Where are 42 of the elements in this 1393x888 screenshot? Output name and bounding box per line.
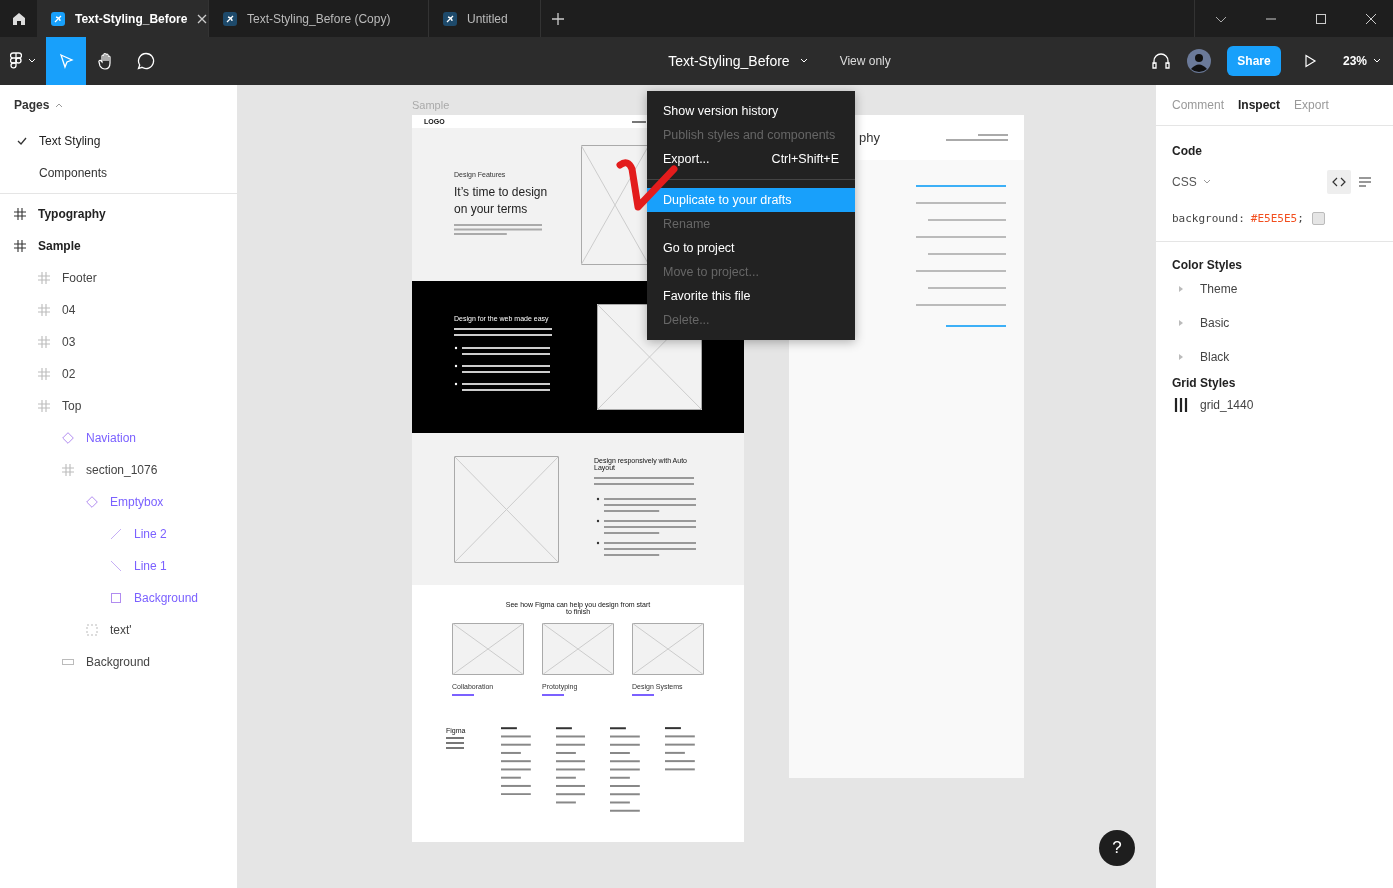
- layer-item[interactable]: Sample: [0, 230, 237, 262]
- file-tab[interactable]: Text-Styling_Before: [37, 0, 209, 37]
- layer-item[interactable]: Background: [0, 582, 237, 614]
- menu-item[interactable]: Show version history: [647, 99, 855, 123]
- layer-item[interactable]: Emptybox: [0, 486, 237, 518]
- style-item[interactable]: Theme: [1172, 272, 1377, 306]
- help-button[interactable]: ?: [1099, 830, 1135, 866]
- file-title-button[interactable]: Text-Styling_Before: [668, 53, 808, 69]
- layer-item[interactable]: text': [0, 614, 237, 646]
- zoom-dropdown[interactable]: 23%: [1343, 54, 1381, 68]
- layer-item[interactable]: 02: [0, 358, 237, 390]
- pages-header[interactable]: Pages: [0, 85, 237, 125]
- code-value: #E5E5E5: [1250, 212, 1298, 225]
- hero-heading: It’s time to design on your terms: [454, 184, 549, 218]
- layer-item[interactable]: Line 2: [0, 518, 237, 550]
- frame-label: Sample: [412, 99, 450, 111]
- section-title: Code: [1172, 144, 1203, 158]
- layer-item[interactable]: 04: [0, 294, 237, 326]
- layer-item[interactable]: section_1076: [0, 454, 237, 486]
- panel-tab[interactable]: Inspect: [1238, 98, 1281, 112]
- page-item[interactable]: Components: [0, 157, 237, 189]
- layer-item[interactable]: Footer: [0, 262, 237, 294]
- layer-item[interactable]: Background: [0, 646, 237, 678]
- section-title: Grid Styles: [1172, 376, 1237, 390]
- code-punctuation: ;: [1297, 212, 1304, 225]
- frame-heading: phy: [859, 130, 880, 145]
- style-item[interactable]: Black: [1172, 340, 1377, 374]
- page-item[interactable]: Text Styling: [0, 125, 237, 157]
- layer-item[interactable]: 03: [0, 326, 237, 358]
- menu-item[interactable]: Favorite this file: [647, 284, 855, 308]
- code-property: background:: [1172, 212, 1245, 225]
- menu-item[interactable]: Export... Ctrl+Shift+E: [647, 147, 855, 171]
- style-item[interactable]: Basic: [1172, 306, 1377, 340]
- layer-item[interactable]: Top: [0, 390, 237, 422]
- layer-item[interactable]: Line 1: [0, 550, 237, 582]
- section-title: Color Styles: [1172, 258, 1244, 272]
- layer-item[interactable]: Naviation: [0, 422, 237, 454]
- language-dropdown[interactable]: CSS: [1172, 175, 1211, 189]
- layer-item[interactable]: Typography: [0, 198, 237, 230]
- style-item[interactable]: grid_1440: [1172, 390, 1377, 420]
- view-mode-label: View only: [839, 54, 891, 68]
- menu-item[interactable]: Go to project: [647, 236, 855, 260]
